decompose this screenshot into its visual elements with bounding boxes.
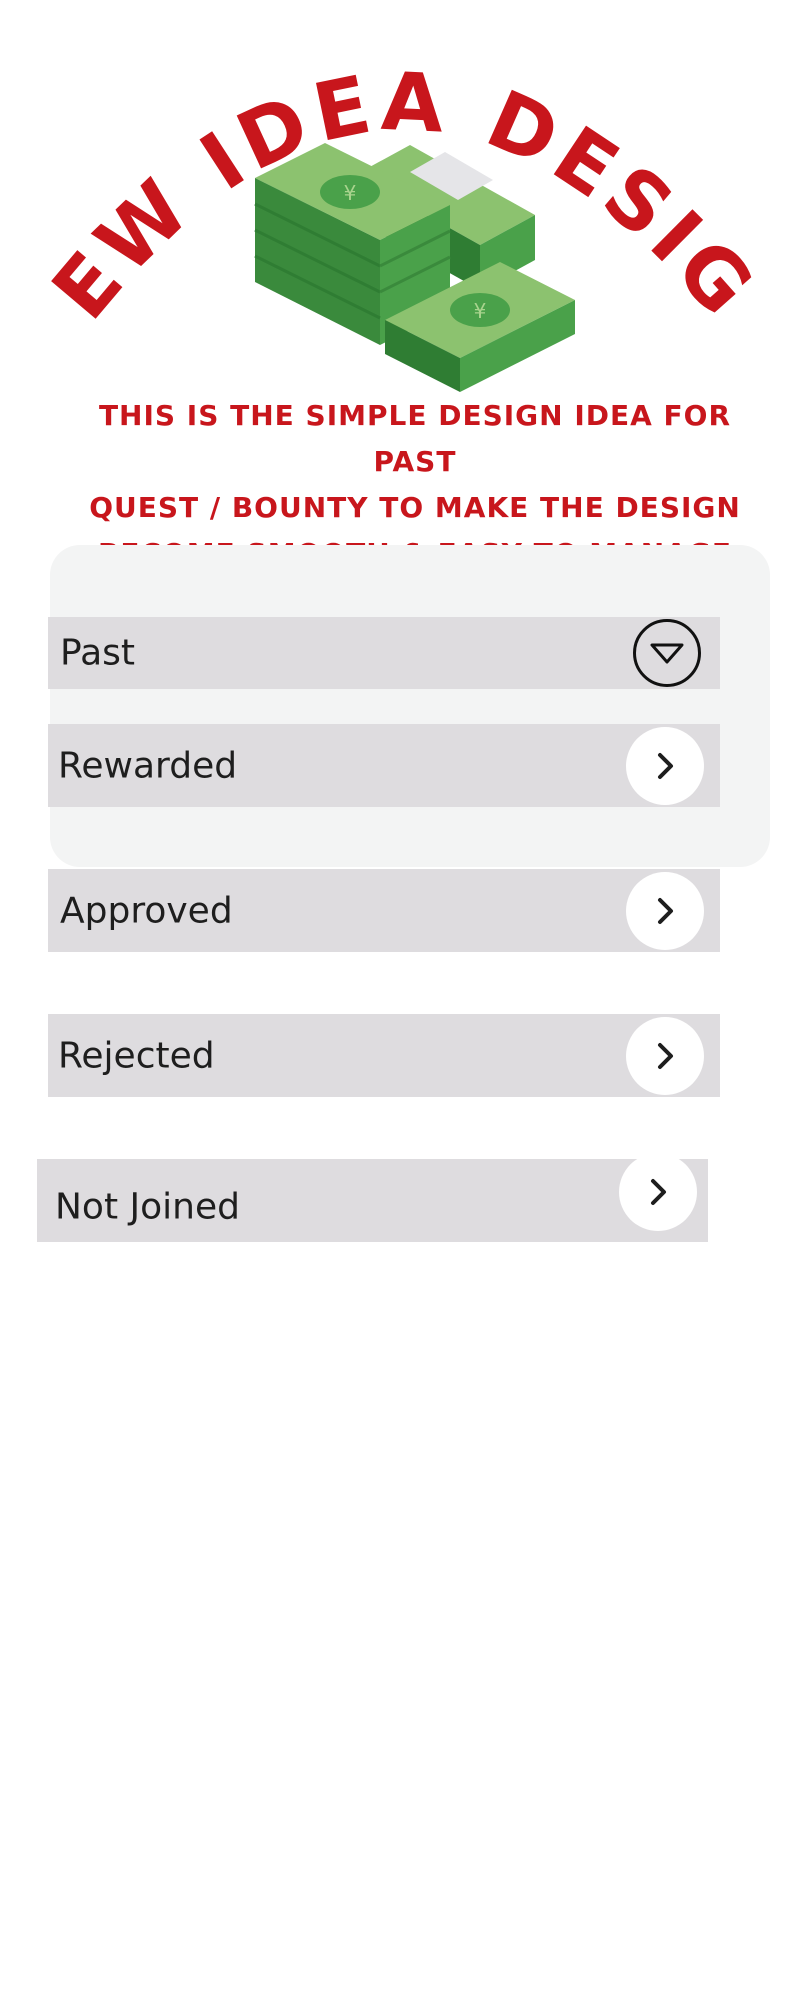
status-row-label: Rejected [58, 1035, 215, 1076]
filter-panel [50, 545, 770, 867]
svg-text:¥: ¥ [344, 181, 357, 205]
dropdown-triangle-icon [650, 643, 684, 664]
past-filter-dropdown[interactable]: Past [48, 617, 720, 689]
svg-text:¥: ¥ [474, 299, 487, 323]
subtitle-line: THIS IS THE SIMPLE DESIGN IDEA FOR PAST [98, 399, 732, 478]
status-row-not-joined[interactable]: Not Joined [37, 1153, 708, 1242]
dropdown-toggle-button[interactable] [633, 619, 701, 687]
subtitle-line: QUEST / BOUNTY TO MAKE THE DESIGN [89, 491, 741, 524]
status-row-approved[interactable]: Approved [48, 869, 720, 952]
rewarded-open-button[interactable] [626, 726, 704, 805]
status-row-label: Approved [60, 890, 233, 931]
not-joined-open-button[interactable] [619, 1153, 697, 1232]
chevron-right-icon [658, 897, 673, 924]
status-row-label: Rewarded [58, 745, 238, 786]
status-row-label: Not Joined [55, 1186, 240, 1228]
past-filter-label: Past [60, 632, 136, 674]
chevron-right-icon [651, 1179, 666, 1206]
chevron-right-icon [658, 752, 673, 779]
rejected-open-button[interactable] [626, 1016, 704, 1095]
status-row-rejected[interactable]: Rejected [48, 1014, 720, 1097]
approved-open-button[interactable] [626, 871, 704, 950]
header-graphic: NEW IDEA DESIGN ¥ ¥ [0, 0, 769, 392]
chevron-right-icon [658, 1042, 673, 1069]
status-row-rewarded[interactable]: Rewarded [48, 724, 720, 807]
